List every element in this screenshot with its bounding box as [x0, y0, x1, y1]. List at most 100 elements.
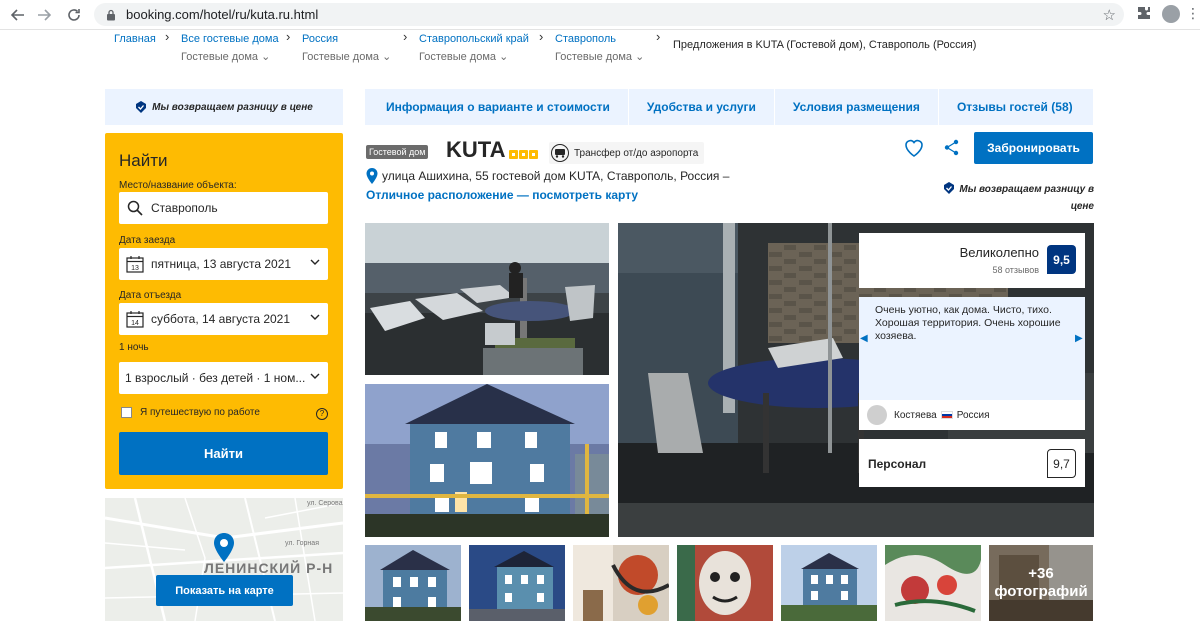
checkout-date-select[interactable]: 14 суббота, 14 августа 2021 — [119, 303, 328, 335]
photo-thumbnail[interactable] — [469, 545, 565, 621]
bookmark-star-icon[interactable]: ☆ — [1103, 6, 1116, 24]
tab-facilities[interactable]: Удобства и услуги — [629, 89, 775, 125]
breadcrumb-separator-icon: › — [286, 29, 291, 44]
avatar — [867, 405, 887, 425]
back-arrow-icon[interactable] — [6, 3, 30, 27]
breadcrumb-separator-icon: › — [403, 29, 408, 44]
extensions-icon[interactable] — [1136, 5, 1152, 24]
shuttle-icon — [551, 144, 569, 162]
hotel-name: KUTA — [446, 137, 506, 162]
staff-score: 9,7 — [1047, 449, 1076, 478]
reviewer-country: Россия — [956, 409, 990, 421]
checkin-day: 13 — [131, 265, 139, 272]
price-match-promise[interactable]: Мы возвращаем разницу в цене — [105, 89, 343, 125]
search-button[interactable]: Найти — [119, 432, 328, 475]
chevron-down-icon: ⌄ — [382, 51, 392, 63]
breadcrumb-separator-icon: › — [656, 29, 661, 44]
checkout-value: суббота, 14 августа 2021 — [151, 312, 291, 326]
tab-guest-reviews[interactable]: Отзывы гостей (58) — [939, 89, 1091, 125]
more-photos-thumbnail[interactable]: +36 фотографий — [989, 545, 1093, 621]
breadcrumb-dropdown[interactable]: Гостевые дома ⌄ — [419, 50, 529, 64]
map-street-label: ул. Серова — [307, 500, 343, 507]
hotel-photo-exterior[interactable] — [365, 384, 609, 537]
guest-review-card[interactable]: Очень уютно, как дома. Чисто, тихо. Хоро… — [859, 297, 1085, 430]
score-word: Великолепно — [959, 245, 1039, 260]
map-pin-icon — [214, 533, 234, 562]
work-trip-label: Я путешествую по работе — [140, 407, 260, 418]
heart-icon[interactable] — [903, 137, 925, 159]
breadcrumb-item-russia[interactable]: Россия Гостевые дома ⌄ — [302, 32, 391, 64]
share-icon[interactable] — [943, 139, 960, 156]
lock-icon[interactable] — [104, 8, 118, 22]
price-match-label: Мы возвращаем разницу в цене — [959, 184, 1094, 212]
address-bar[interactable]: booking.com/hotel/ru/kuta.ru.html ☆ — [94, 3, 1124, 26]
photo-thumbnail[interactable] — [365, 545, 461, 621]
staff-label: Персонал — [868, 457, 927, 471]
breadcrumb-item-home[interactable]: Главная — [114, 32, 156, 46]
forward-arrow-icon[interactable] — [32, 3, 56, 27]
photo-thumbnail[interactable] — [573, 545, 669, 621]
star-icon — [519, 150, 528, 159]
breadcrumb-link[interactable]: Россия — [302, 32, 391, 46]
breadcrumb-dropdown[interactable]: Гостевые дома ⌄ — [302, 50, 391, 64]
star-icon — [509, 150, 518, 159]
breadcrumb-dropdown[interactable]: Гостевые дома ⌄ — [181, 50, 279, 64]
checkin-value: пятница, 13 августа 2021 — [151, 257, 292, 271]
breadcrumb-sub-label: Гостевые дома — [555, 51, 633, 63]
tab-house-rules[interactable]: Условия размещения — [775, 89, 939, 125]
checkin-date-select[interactable]: 13 пятница, 13 августа 2021 — [119, 248, 328, 280]
destination-value: Ставрополь — [151, 201, 218, 215]
chevron-down-icon: ⌄ — [499, 51, 509, 63]
breadcrumb-link[interactable]: Ставрополь — [555, 32, 644, 46]
checkout-day: 14 — [131, 320, 139, 327]
reload-icon[interactable] — [62, 3, 86, 27]
guests-value: 1 взрослый · без детей · 1 ном... — [125, 371, 306, 385]
airport-transfer-badge: Трансфер от/до аэропорта — [549, 142, 705, 164]
map-street-label: ул. Горная — [285, 540, 319, 547]
chevron-down-icon: ⌄ — [261, 51, 271, 63]
tab-info-prices[interactable]: Информация о варианте и стоимости — [365, 89, 629, 125]
photo-thumbnail[interactable] — [885, 545, 981, 621]
reserve-button[interactable]: Забронировать — [974, 132, 1093, 164]
hotel-address: улица Ашихина, 55 гостевой дом KUTA, Ста… — [366, 168, 729, 184]
hotel-photo-terrace[interactable] — [365, 223, 609, 375]
breadcrumb-item-city[interactable]: Ставрополь Гостевые дома ⌄ — [555, 32, 644, 64]
search-title: Найти — [119, 151, 168, 170]
breadcrumb-link[interactable]: Все гостевые дома — [181, 32, 279, 46]
breadcrumb-item-region[interactable]: Ставропольский край Гостевые дома ⌄ — [419, 32, 529, 64]
breadcrumb-link[interactable]: Ставропольский край — [419, 32, 529, 46]
chevron-down-icon — [310, 257, 320, 268]
price-match-promise-right[interactable]: Мы возвращаем разницу в цене — [928, 181, 1094, 215]
breadcrumb-current: Предложения в KUTA (Гостевой дом), Ставр… — [673, 39, 977, 51]
map-preview[interactable]: ЛЕНИНСКИЙ Р-Н ул. Горная ул. Серова Пока… — [105, 498, 343, 621]
guests-select[interactable]: 1 взрослый · без детей · 1 ном... — [119, 362, 328, 394]
breadcrumb-separator-icon: › — [165, 29, 170, 44]
chevron-left-icon[interactable]: ◀ — [860, 333, 868, 344]
browser-toolbar: booking.com/hotel/ru/kuta.ru.html ☆ ⋮ — [0, 0, 1200, 30]
search-icon — [125, 198, 145, 218]
more-photos-overlay: +36 фотографий — [989, 545, 1093, 621]
shield-check-icon — [944, 182, 955, 194]
airport-transfer-label: Трансфер от/до аэропорта — [574, 147, 699, 159]
help-icon[interactable]: ? — [316, 408, 328, 420]
review-score-card[interactable]: Великолепно 58 отзывов 9,5 — [859, 233, 1085, 288]
show-on-map-button[interactable]: Показать на карте — [156, 575, 293, 606]
reviewer-name: Костяева — [894, 409, 937, 421]
chevron-right-icon[interactable]: ▶ — [1075, 333, 1083, 344]
photo-thumbnail[interactable] — [781, 545, 877, 621]
profile-avatar-icon[interactable] — [1162, 5, 1180, 23]
destination-input[interactable]: Ставрополь — [119, 192, 328, 224]
shield-check-icon — [136, 101, 147, 113]
breadcrumb-item-all-guesthouses[interactable]: Все гостевые дома Гостевые дома ⌄ — [181, 32, 279, 64]
property-type-badge: Гостевой дом — [366, 145, 429, 159]
staff-score-card: Персонал 9,7 — [859, 439, 1085, 487]
show-map-link[interactable]: Отличное расположение — посмотреть карту — [366, 188, 638, 202]
map-district-label: ЛЕНИНСКИЙ Р-Н — [204, 560, 334, 576]
more-menu-icon[interactable]: ⋮ — [1186, 5, 1200, 22]
photo-thumbnail[interactable] — [677, 545, 773, 621]
breadcrumb-dropdown[interactable]: Гостевые дома ⌄ — [555, 50, 644, 64]
calendar-icon: 14 — [125, 309, 145, 329]
work-trip-checkbox[interactable] — [121, 407, 132, 418]
reviewer-info: Костяева Россия — [859, 400, 1085, 430]
breadcrumb-link[interactable]: Главная — [114, 32, 156, 46]
